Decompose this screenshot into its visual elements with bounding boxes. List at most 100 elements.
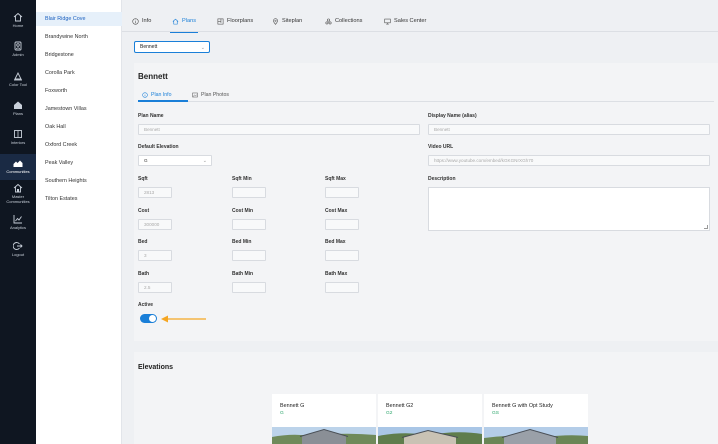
- admin-icon: [14, 41, 22, 51]
- nav-home[interactable]: Home: [0, 12, 36, 38]
- nav-label: Master Communities: [6, 194, 30, 204]
- image-icon: [192, 92, 198, 98]
- community-item[interactable]: Southern Heights: [36, 174, 122, 188]
- community-item[interactable]: Oak Hall: [36, 120, 122, 134]
- logout-icon: [13, 242, 23, 250]
- elevation-code: GS: [492, 411, 499, 416]
- default-elevation-select[interactable]: G ⌄: [138, 155, 212, 166]
- subtab-label: Plan Info: [151, 92, 172, 98]
- community-item[interactable]: Tilton Estates: [36, 192, 122, 206]
- default-elevation-label: Default Elevation: [138, 144, 179, 150]
- sqft-max-label: Sqft Max: [325, 176, 346, 182]
- nav-plans[interactable]: Plans: [0, 100, 36, 126]
- resize-handle-icon[interactable]: [704, 225, 708, 229]
- tab-label: Floorplans: [227, 18, 254, 24]
- plan-title: Bennett: [138, 72, 168, 81]
- nav-master-communities[interactable]: Master Communities: [0, 183, 36, 209]
- plan-card: Bennett Plan Info Plan Photos Plan Name …: [134, 63, 718, 341]
- default-elevation-value: G: [144, 158, 148, 163]
- nav-communities[interactable]: Communities: [0, 154, 36, 180]
- tab-label: Info: [142, 18, 152, 24]
- tab-siteplan[interactable]: Siteplan: [272, 10, 302, 32]
- tab-floorplans[interactable]: Floorplans: [217, 10, 253, 32]
- bed-input[interactable]: 3: [138, 250, 172, 261]
- description-textarea[interactable]: [428, 187, 710, 231]
- nav-label: Interiors: [10, 140, 26, 145]
- description-label: Description: [428, 176, 456, 182]
- floorplan-icon: [217, 18, 224, 24]
- elevation-photo: [484, 427, 588, 444]
- tab-sales-center[interactable]: Sales Center: [384, 10, 426, 32]
- info-icon: [142, 92, 148, 98]
- subtab-active-indicator: [138, 100, 188, 102]
- community-item[interactable]: Jamestown Villas: [36, 102, 122, 116]
- plan-name-input[interactable]: Bennett: [138, 124, 420, 135]
- sqft-input[interactable]: 2813: [138, 187, 172, 198]
- video-url-input[interactable]: https://www.youtube.com/embed/kGKGNrXGh7…: [428, 155, 710, 166]
- bed-min-input[interactable]: [232, 250, 266, 261]
- community-item[interactable]: Blair Ridge Cove: [36, 12, 122, 26]
- toggle-knob: [149, 315, 156, 322]
- community-item[interactable]: Peak Valley: [36, 156, 122, 170]
- home-icon: [13, 12, 23, 22]
- cost-max-label: Cost Max: [325, 208, 348, 214]
- tab-collections[interactable]: Collections: [325, 10, 362, 32]
- elevation-card[interactable]: Bennett G2 G2: [378, 394, 482, 444]
- active-toggle[interactable]: [140, 314, 157, 323]
- tab-plans[interactable]: Plans: [170, 10, 198, 33]
- bed-max-label: Bed Max: [325, 239, 346, 245]
- elevation-name: Bennett G with Opt Study: [492, 403, 553, 409]
- bath-min-input[interactable]: [232, 282, 266, 293]
- cost-min-input[interactable]: [232, 219, 266, 230]
- collections-icon: [325, 18, 332, 24]
- sqft-min-label: Sqft Min: [232, 176, 252, 182]
- elevation-photo: [378, 427, 482, 444]
- elevation-photo: [272, 427, 376, 444]
- community-item[interactable]: Brandywine North: [36, 30, 122, 44]
- nav-label: Logout: [11, 252, 25, 257]
- sqft-label: Sqft: [138, 176, 148, 182]
- sqft-min-input[interactable]: [232, 187, 266, 198]
- nav-color-tool[interactable]: Color Tool: [0, 71, 36, 97]
- nav-analytics[interactable]: Analytics: [0, 214, 36, 240]
- community-item[interactable]: Bridgestone: [36, 48, 122, 62]
- tab-label: Sales Center: [394, 18, 427, 24]
- community-list: Blair Ridge Cove Brandywine North Bridge…: [36, 0, 122, 444]
- tab-info[interactable]: Info: [132, 10, 151, 32]
- display-name-input[interactable]: Bennett: [428, 124, 710, 135]
- monitor-icon: [384, 18, 391, 24]
- home-icon: [172, 18, 179, 24]
- main-content: Info Plans Floorplans Siteplan Collectio…: [122, 0, 718, 444]
- plan-select[interactable]: Bennett ⌄: [134, 41, 210, 53]
- communities-icon: [13, 160, 23, 167]
- bath-min-label: Bath Min: [232, 271, 254, 277]
- plans-icon: [14, 101, 22, 109]
- bath-max-input[interactable]: [325, 282, 359, 293]
- bed-label: Bed: [138, 239, 148, 245]
- community-item[interactable]: Foxworth: [36, 84, 122, 98]
- elevation-card[interactable]: Bennett G with Opt Study GS: [484, 394, 588, 444]
- bed-max-input[interactable]: [325, 250, 359, 261]
- subtab-plan-photos[interactable]: Plan Photos: [192, 88, 229, 102]
- elevation-card[interactable]: Bennett G G: [272, 394, 376, 444]
- community-item[interactable]: Corolla Park: [36, 66, 122, 80]
- community-item[interactable]: Oxford Creek: [36, 138, 122, 152]
- chevron-down-icon: ⌄: [200, 45, 205, 51]
- nav-interiors[interactable]: Interiors: [0, 129, 36, 155]
- nav-label: Analytics: [9, 225, 26, 230]
- interiors-icon: [14, 130, 22, 138]
- cost-max-input[interactable]: [325, 219, 359, 230]
- display-name-label: Display Name (alias): [428, 113, 477, 119]
- nav-logout[interactable]: Logout: [0, 241, 36, 267]
- color-tool-icon: [14, 71, 22, 81]
- tab-label: Siteplan: [282, 18, 303, 24]
- cost-min-label: Cost Min: [232, 208, 254, 214]
- elevations-title: Elevations: [138, 364, 174, 371]
- cost-input[interactable]: 300000: [138, 219, 172, 230]
- bath-input[interactable]: 2.5: [138, 282, 172, 293]
- tab-label: Collections: [335, 18, 363, 24]
- location-pin-icon: [273, 17, 278, 25]
- nav-admin[interactable]: Admin: [0, 41, 36, 67]
- sqft-max-input[interactable]: [325, 187, 359, 198]
- elevations-section: Elevations Bennett G G Bennett G2 G2 Ben…: [134, 352, 718, 444]
